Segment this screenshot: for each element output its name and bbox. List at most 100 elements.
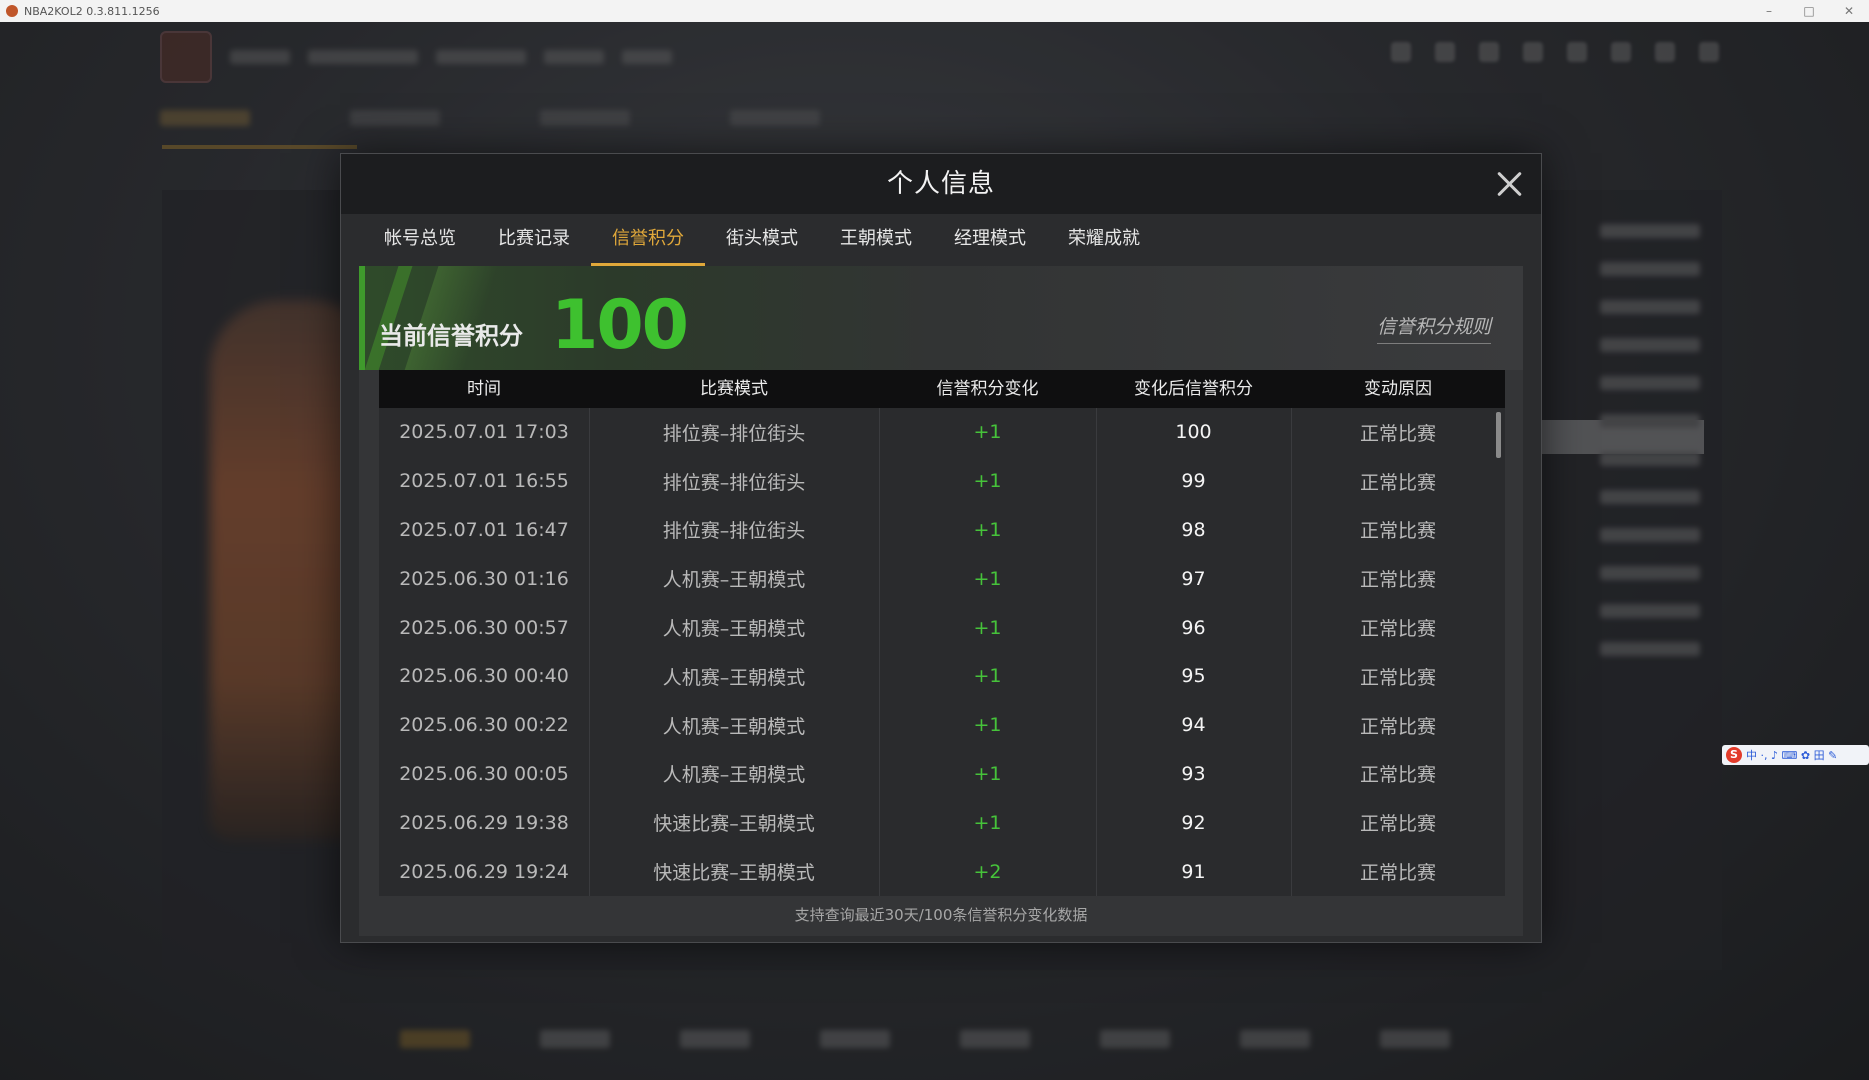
- cell-reason: 正常比赛: [1359, 520, 1436, 543]
- table-row: 2025.07.01 16:55 排位赛–排位街头 +1 99 正常比赛: [379, 457, 1505, 506]
- table-row: 2025.07.01 16:47 排位赛–排位街头 +1 98 正常比赛: [379, 506, 1505, 555]
- table-row: 2025.06.30 00:57 人机赛–王朝模式 +1 96 正常比赛: [379, 603, 1505, 652]
- cell-change: +1: [973, 518, 1002, 541]
- header-after: 变化后信誉积分: [1134, 379, 1253, 399]
- header-time: 时间: [467, 379, 501, 399]
- cell-reason: 正常比赛: [1359, 715, 1436, 738]
- cell-change: +1: [973, 421, 1002, 444]
- cell-time: 2025.06.30 00:40: [399, 665, 569, 688]
- table-row: 2025.06.30 00:22 人机赛–王朝模式 +1 94 正常比赛: [379, 701, 1505, 750]
- cell-mode: 人机赛–王朝模式: [662, 569, 806, 592]
- cell-time: 2025.07.01 16:55: [399, 470, 569, 493]
- cell-after: 98: [1181, 518, 1206, 541]
- tab-match-history[interactable]: 比赛记录: [477, 214, 591, 266]
- tab-dynasty-mode[interactable]: 王朝模式: [819, 214, 933, 266]
- cell-time: 2025.06.29 19:24: [399, 860, 569, 883]
- cell-change: +1: [973, 811, 1002, 834]
- credit-history-table: 时间 比赛模式 信誉积分变化 变化后信誉积分 变动原因 2025.07.01 1…: [379, 370, 1505, 896]
- tab-manager-mode[interactable]: 经理模式: [933, 214, 1047, 266]
- window-title: NBA2KOL2 0.3.811.1256: [24, 4, 160, 18]
- cell-after: 100: [1175, 421, 1212, 444]
- cell-change: +1: [973, 567, 1002, 590]
- cell-reason: 正常比赛: [1359, 813, 1436, 836]
- header-reason: 变动原因: [1364, 379, 1432, 399]
- window-controls: – □ ✕: [1749, 0, 1869, 22]
- cell-mode: 排位赛–排位街头: [662, 520, 806, 543]
- cell-change: +1: [973, 762, 1002, 785]
- tab-credit-score[interactable]: 信誉积分: [591, 214, 705, 266]
- cell-mode: 人机赛–王朝模式: [662, 666, 806, 689]
- table-row: 2025.06.29 19:38 快速比赛–王朝模式 +1 92 正常比赛: [379, 798, 1505, 847]
- cell-time: 2025.06.29 19:38: [399, 811, 569, 834]
- column-divider: [1096, 408, 1097, 896]
- cell-after: 99: [1181, 470, 1206, 493]
- cell-change: +1: [973, 665, 1002, 688]
- cell-reason: 正常比赛: [1359, 862, 1436, 885]
- cell-change: +1: [973, 714, 1002, 737]
- cell-reason: 正常比赛: [1359, 422, 1436, 445]
- cell-mode: 人机赛–王朝模式: [662, 764, 806, 787]
- cell-reason: 正常比赛: [1359, 471, 1436, 494]
- cell-after: 96: [1181, 616, 1206, 639]
- cell-time: 2025.06.30 00:57: [399, 616, 569, 639]
- cell-change: +1: [973, 470, 1002, 493]
- score-value: 100: [551, 286, 689, 365]
- sogou-logo-icon: S: [1726, 747, 1742, 763]
- tab-street-mode[interactable]: 街头模式: [705, 214, 819, 266]
- table-row: 2025.06.29 19:24 快速比赛–王朝模式 +2 91 正常比赛: [379, 847, 1505, 896]
- cell-mode: 快速比赛–王朝模式: [653, 862, 815, 885]
- cell-time: 2025.06.30 00:05: [399, 762, 569, 785]
- table-row: 2025.07.01 17:03 排位赛–排位街头 +1 100 正常比赛: [379, 408, 1505, 457]
- table-header: 时间 比赛模式 信誉积分变化 变化后信誉积分 变动原因: [379, 370, 1505, 408]
- cell-after: 94: [1181, 714, 1206, 737]
- table-row: 2025.06.30 01:16 人机赛–王朝模式 +1 97 正常比赛: [379, 554, 1505, 603]
- cell-reason: 正常比赛: [1359, 569, 1436, 592]
- window-close-button[interactable]: ✕: [1829, 0, 1869, 22]
- tab-account-overview[interactable]: 帐号总览: [363, 214, 477, 266]
- cell-mode: 快速比赛–王朝模式: [653, 813, 815, 836]
- header-mode: 比赛模式: [700, 379, 768, 399]
- ime-toolbar[interactable]: S 中 ·, ♪ ⌨ ✿ 田 ✎: [1722, 745, 1869, 765]
- column-divider: [589, 408, 590, 896]
- column-divider: [1291, 408, 1292, 896]
- table-body[interactable]: 2025.07.01 17:03 排位赛–排位街头 +1 100 正常比赛 20…: [379, 408, 1505, 896]
- cell-mode: 人机赛–王朝模式: [662, 715, 806, 738]
- credit-score-content: 当前信誉积分 100 信誉积分规则 时间 比赛模式 信誉积分变化 变化后信誉积分…: [359, 266, 1523, 936]
- modal-header: 个人信息: [341, 154, 1541, 214]
- table-row: 2025.06.30 00:40 人机赛–王朝模式 +1 95 正常比赛: [379, 652, 1505, 701]
- cell-reason: 正常比赛: [1359, 618, 1436, 641]
- app-icon: [6, 5, 18, 17]
- cell-after: 92: [1181, 811, 1206, 834]
- modal-title: 个人信息: [886, 169, 995, 199]
- tab-achievements[interactable]: 荣耀成就: [1047, 214, 1161, 266]
- cell-after: 93: [1181, 762, 1206, 785]
- cell-change: +2: [973, 860, 1002, 883]
- ime-items[interactable]: 中 ·, ♪ ⌨ ✿ 田 ✎: [1746, 747, 1837, 763]
- personal-info-modal: 个人信息 帐号总览 比赛记录 信誉积分 街头模式 王朝模式 经理模式 荣耀成就 …: [340, 153, 1542, 943]
- cell-time: 2025.07.01 17:03: [399, 421, 569, 444]
- cell-after: 95: [1181, 665, 1206, 688]
- cell-time: 2025.07.01 16:47: [399, 518, 569, 541]
- cell-reason: 正常比赛: [1359, 666, 1436, 689]
- window-titlebar: NBA2KOL2 0.3.811.1256 – □ ✕: [0, 0, 1869, 22]
- cell-mode: 排位赛–排位街头: [662, 422, 806, 445]
- cell-mode: 排位赛–排位街头: [662, 471, 806, 494]
- table-scrollbar[interactable]: [1496, 412, 1501, 458]
- column-divider: [879, 408, 880, 896]
- score-banner: 当前信誉积分 100 信誉积分规则: [359, 266, 1523, 370]
- minimize-button[interactable]: –: [1749, 0, 1789, 22]
- cell-change: +1: [973, 616, 1002, 639]
- cell-time: 2025.06.30 00:22: [399, 714, 569, 737]
- cell-mode: 人机赛–王朝模式: [662, 618, 806, 641]
- cell-after: 91: [1181, 860, 1206, 883]
- close-icon[interactable]: [1495, 170, 1523, 198]
- maximize-button[interactable]: □: [1789, 0, 1829, 22]
- credit-rules-link[interactable]: 信誉积分规则: [1376, 312, 1491, 344]
- score-label: 当前信誉积分: [379, 322, 523, 350]
- banner-accent: [359, 266, 365, 370]
- header-change: 信誉积分变化: [936, 379, 1039, 399]
- footer-note: 支持查询最近30天/100条信誉积分变化数据: [794, 906, 1088, 924]
- modal-tabs: 帐号总览 比赛记录 信誉积分 街头模式 王朝模式 经理模式 荣耀成就: [341, 214, 1541, 266]
- cell-reason: 正常比赛: [1359, 764, 1436, 787]
- cell-time: 2025.06.30 01:16: [399, 567, 569, 590]
